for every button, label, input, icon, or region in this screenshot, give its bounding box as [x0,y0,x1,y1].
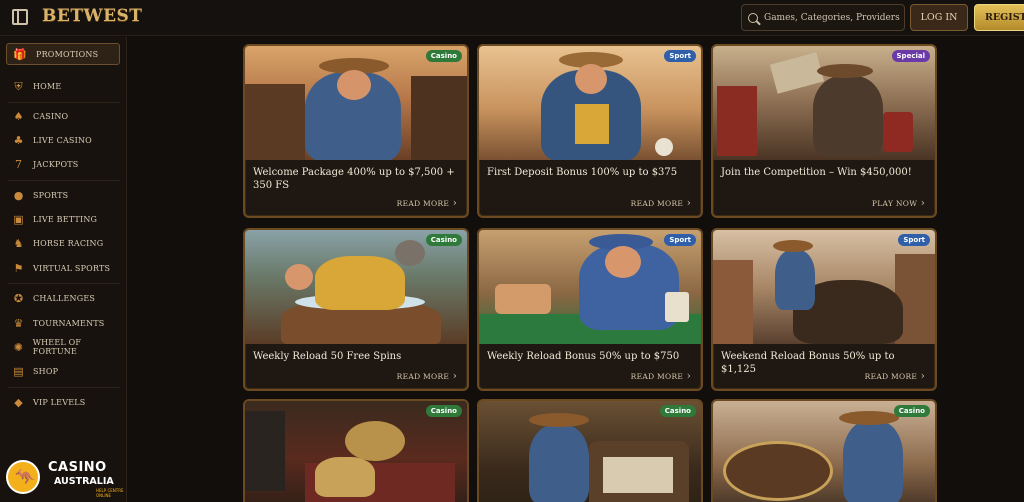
sidebar-item-label: LIVE CASINO [33,135,92,145]
ball-icon: ● [13,188,24,202]
sidebar-item-tournaments[interactable]: ♛ TOURNAMENTS [12,315,105,331]
wheel-icon: ✺ [13,340,23,354]
sidebar-item-label: HORSE RACING [33,238,104,248]
watermark-line3: HELP CENTRE ONLINE [96,488,124,498]
register-button[interactable]: REGISTER [974,4,1024,31]
category-badge: Casino [425,234,462,246]
horse-icon: ♞ [13,236,24,250]
category-badge: Special [891,50,930,62]
sidebar-item-shop[interactable]: ▤ SHOP [12,363,58,379]
sidebar-item-label: CASINO [33,111,69,121]
category-badge: Casino [425,50,462,62]
sidebar-item-label: LIVE BETTING [33,214,98,224]
sidebar-divider [8,283,120,284]
promo-card-image: Casino [245,401,467,502]
trophy-icon: ♛ [13,316,24,330]
promo-card[interactable]: Special Join the Competition – Win $450,… [711,44,937,218]
virtual-icon: ⚑ [13,261,24,275]
sidebar-item-label: TOURNAMENTS [33,318,105,328]
sidebar-item-casino[interactable]: ♠ CASINO [12,108,69,124]
top-header: BETWEST LOG IN REGISTER [0,0,1024,36]
live-icon: ▣ [13,212,24,226]
watermark-line1: CASINO [48,460,107,475]
search-box[interactable] [741,4,905,31]
promo-card[interactable]: Casino [243,399,469,502]
promo-card[interactable]: Sport Weekend Reload Bonus 50% up to $1,… [711,228,937,391]
gift-icon: 🎁 [13,47,27,61]
category-badge: Casino [893,405,930,417]
promo-card-image: Sport [479,230,701,344]
sidebar-item-label: WHEEL OF FORTUNE [32,338,82,356]
sidebar-item-label: CHALLENGES [33,293,96,303]
promo-card-title: Weekly Reload Bonus 50% up to $750 [487,351,680,362]
shield-icon: ⛨ [14,79,23,93]
promotions-grid: Casino Welcome Package 400% up to $7,500… [128,37,1024,502]
sidebar-divider [8,102,120,103]
promo-card-image: Casino [479,401,701,502]
search-icon [748,12,758,23]
cards-icon: ♠ [13,109,24,123]
read-more-link[interactable]: READ MORE [397,198,457,209]
diamond-icon: ◆ [14,395,23,409]
sidebar-item-live-betting[interactable]: ▣ LIVE BETTING [12,211,97,227]
sidebar-item-label: PROMOTIONS [36,49,99,59]
promo-card[interactable]: Casino Welcome Package 400% up to $7,500… [243,44,469,218]
kangaroo-icon [6,460,40,494]
promo-card[interactable]: Casino [711,399,937,502]
sidebar-item-horse-racing[interactable]: ♞ HORSE RACING [12,235,104,251]
sidebar-item-virtual-sports[interactable]: ⚑ VIRTUAL SPORTS [12,260,110,276]
promo-card-title: Join the Competition – Win $450,000! [721,167,912,178]
search-input[interactable] [764,12,904,23]
sidebar-divider [8,387,120,388]
promo-card-title: First Deposit Bonus 100% up to $375 [487,167,678,178]
slot-icon: 7 [15,157,22,171]
sidebar-item-promotions[interactable]: 🎁 PROMOTIONS [6,43,120,65]
category-badge: Casino [425,405,462,417]
sidebar-item-label: VIP LEVELS [33,397,86,407]
sidebar-item-live-casino[interactable]: ♣ LIVE CASINO [12,132,92,148]
promo-card[interactable]: Sport Weekly Reload Bonus 50% up to $750… [477,228,703,391]
promo-card-image: Special [713,46,935,160]
sidebar-toggle-icon[interactable] [12,9,28,25]
category-badge: Casino [659,405,696,417]
play-now-link[interactable]: PLAY NOW [872,198,925,209]
promo-card-title: Weekly Reload 50 Free Spins [253,351,402,362]
watermark-logo: CASINO AUSTRALIA HELP CENTRE ONLINE [6,458,126,498]
sidebar-item-label: VIRTUAL SPORTS [33,263,111,273]
sidebar-item-label: SPORTS [33,190,69,200]
read-more-link[interactable]: READ MORE [865,371,925,382]
sidebar: 🎁 PROMOTIONS ⛨ HOME ♠ CASINO ♣ LIVE CASI… [0,37,127,502]
category-badge: Sport [664,50,696,62]
sidebar-item-label: SHOP [33,366,59,376]
shop-icon: ▤ [13,364,24,378]
promo-card[interactable]: Casino Weekly Reload 50 Free Spins READ … [243,228,469,391]
promo-card-title: Welcome Package 400% up to $7,500 + 350 … [253,167,455,191]
sidebar-item-jackpots[interactable]: 7 JACKPOTS [12,156,78,172]
promo-card-image: Sport [713,230,935,344]
promo-card-image: Casino [245,230,467,344]
promo-card[interactable]: Sport First Deposit Bonus 100% up to $37… [477,44,703,218]
sidebar-item-wheel-of-fortune[interactable]: ✺ WHEEL OF FORTUNE [12,338,126,356]
promo-card-image: Casino [713,401,935,502]
promo-card-image: Sport [479,46,701,160]
promo-card[interactable]: Casino [477,399,703,502]
category-badge: Sport [898,234,930,246]
category-badge: Sport [664,234,696,246]
read-more-link[interactable]: READ MORE [631,198,691,209]
sidebar-item-sports[interactable]: ● SPORTS [12,187,68,203]
read-more-link[interactable]: READ MORE [631,371,691,382]
site-logo[interactable]: BETWEST [42,6,142,26]
promo-card-image: Casino [245,46,467,160]
sidebar-item-home[interactable]: ⛨ HOME [12,78,61,94]
sidebar-item-vip-levels[interactable]: ◆ VIP LEVELS [12,394,85,410]
sidebar-divider [8,180,120,181]
dealer-icon: ♣ [13,133,24,147]
sidebar-item-label: JACKPOTS [33,159,79,169]
sidebar-item-challenges[interactable]: ✪ CHALLENGES [12,290,95,306]
watermark-line2: AUSTRALIA [54,476,114,487]
read-more-link[interactable]: READ MORE [397,371,457,382]
sidebar-item-label: HOME [33,81,62,91]
medal-icon: ✪ [13,291,24,305]
login-button[interactable]: LOG IN [910,4,968,31]
